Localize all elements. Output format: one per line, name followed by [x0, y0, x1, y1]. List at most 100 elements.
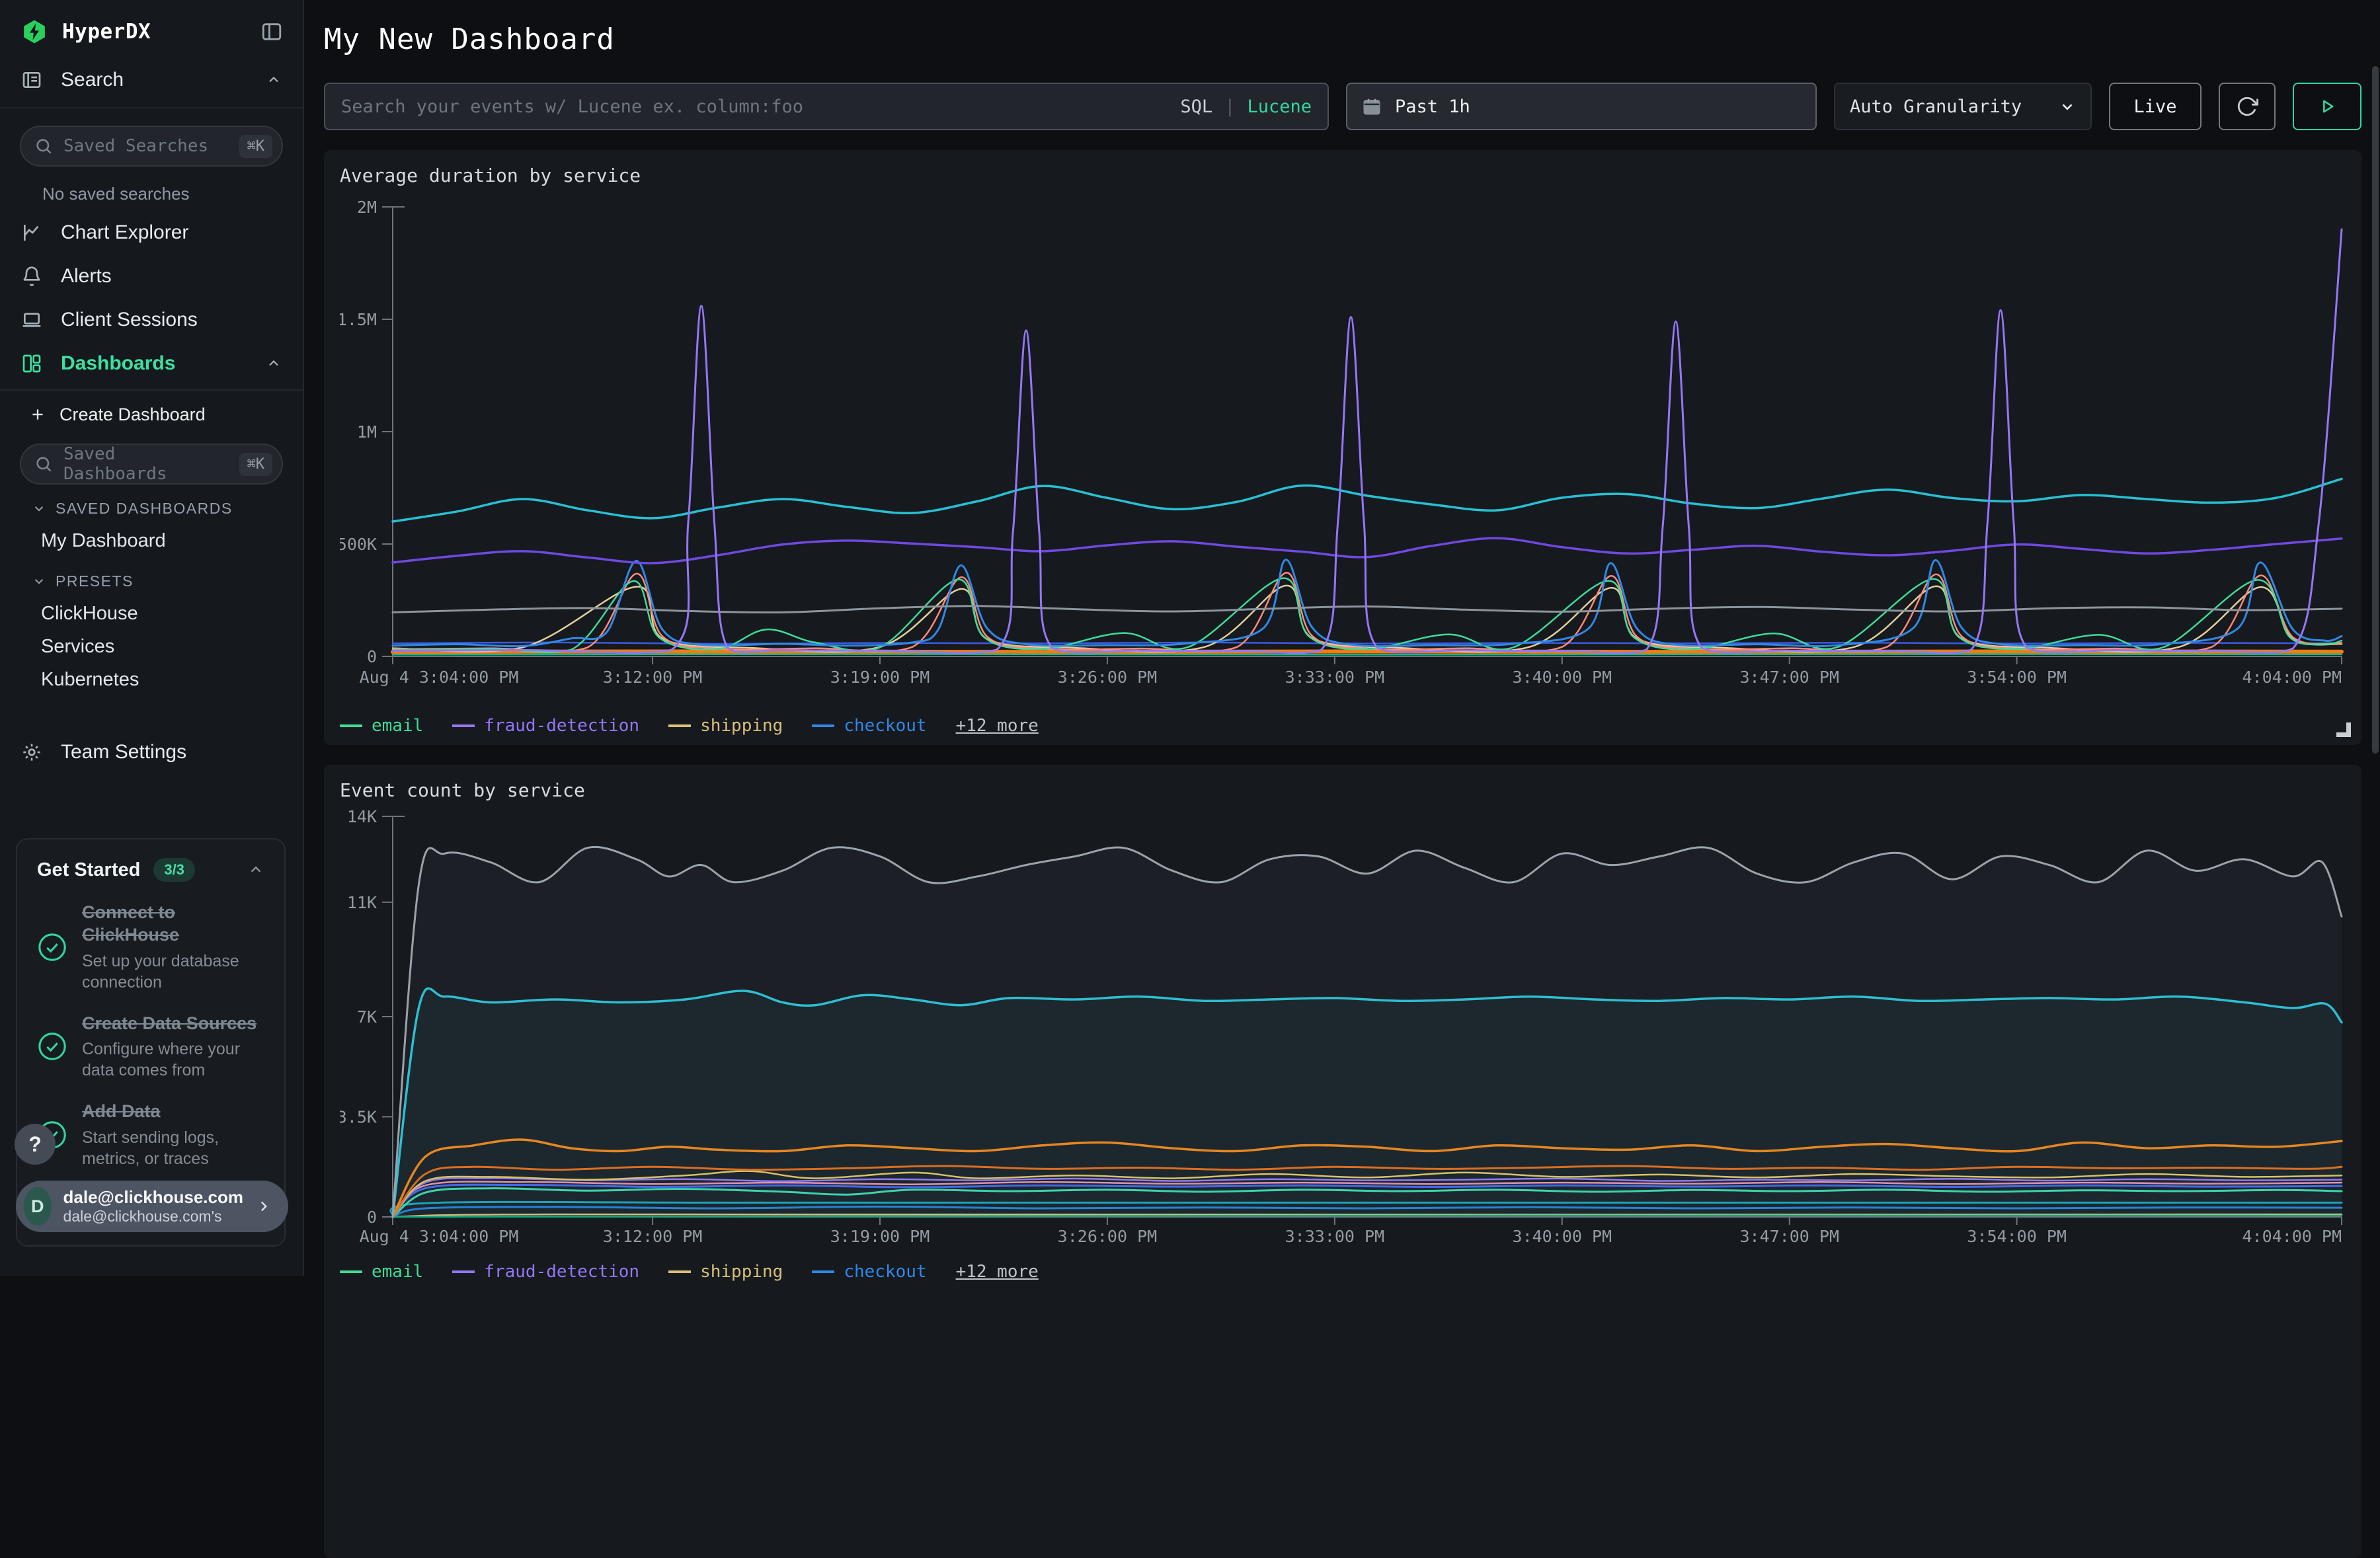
sidebar-item-client-sessions[interactable]: Client Sessions: [0, 298, 303, 342]
play-icon: [2318, 97, 2336, 116]
sidebar-item-label: Alerts: [61, 265, 112, 288]
mode-divider: |: [1224, 97, 1235, 117]
svg-text:3:33:00 PM: 3:33:00 PM: [1285, 668, 1385, 687]
saved-dashboards-input[interactable]: Saved Dashboards ⌘K: [20, 444, 283, 485]
saved-searches-input[interactable]: Saved Searches ⌘K: [20, 126, 283, 167]
legend-swatch: [340, 1270, 362, 1273]
svg-text:3:33:00 PM: 3:33:00 PM: [1285, 1227, 1385, 1246]
chart-average-duration: 0500K1M1.5M2MAug 4 3:04:00 PM3:12:00 PM3…: [340, 194, 2346, 713]
chart-panel-event-count: Event count by service 03.5K7K11K14KAug …: [324, 765, 2361, 1558]
sidebar-item-team-settings[interactable]: Team Settings: [0, 730, 303, 774]
chevron-down-icon: [32, 574, 46, 588]
legend-item[interactable]: fraud-detection: [452, 716, 639, 736]
sidebar-item-search[interactable]: Search: [0, 57, 303, 103]
chevron-up-icon: [266, 72, 282, 88]
svg-text:Aug 4 3:04:00 PM: Aug 4 3:04:00 PM: [360, 1227, 519, 1246]
legend-swatch: [812, 1270, 834, 1273]
legend-item[interactable]: checkout: [812, 1262, 926, 1282]
refresh-button[interactable]: [2219, 83, 2276, 130]
sidebar-item-label: Client Sessions: [61, 309, 198, 331]
granularity-select[interactable]: Auto Granularity: [1834, 83, 2092, 130]
user-menu[interactable]: D dale@clickhouse.com dale@clickhouse.co…: [16, 1181, 288, 1232]
legend-item[interactable]: shipping: [668, 716, 783, 736]
user-email: dale@clickhouse.com: [63, 1187, 243, 1208]
get-started-item[interactable]: Connect to ClickHouse Set up your databa…: [37, 902, 264, 993]
create-dashboard-button[interactable]: Create Dashboard: [0, 395, 303, 434]
sidebar-item-clickhouse[interactable]: ClickHouse: [0, 597, 303, 630]
get-started-item-desc: Set up your database connection: [82, 951, 264, 993]
svg-text:4:04:00 PM: 4:04:00 PM: [2242, 668, 2342, 687]
legend-item[interactable]: checkout: [812, 716, 926, 736]
legend-item[interactable]: fraud-detection: [452, 1262, 639, 1282]
legend-label: email: [372, 1262, 423, 1282]
get-started-item[interactable]: Create Data Sources Configure where your…: [37, 1013, 264, 1081]
sidebar-item-services[interactable]: Services: [0, 630, 303, 663]
chevron-up-icon: [266, 356, 282, 371]
svg-text:Aug 4 3:04:00 PM: Aug 4 3:04:00 PM: [360, 668, 519, 687]
divider: [0, 389, 303, 391]
events-search-input[interactable]: Search your events w/ Lucene ex. column:…: [324, 83, 1329, 130]
legend-item[interactable]: shipping: [668, 1262, 783, 1282]
svg-text:3:12:00 PM: 3:12:00 PM: [603, 668, 703, 687]
chevron-down-icon: [2059, 98, 2076, 115]
saved-searches-placeholder: Saved Searches: [63, 136, 208, 156]
legend-label: fraud-detection: [484, 1262, 639, 1282]
lucene-mode-toggle[interactable]: Lucene: [1247, 97, 1312, 117]
time-range-input[interactable]: Past 1h: [1346, 83, 1817, 130]
legend-more[interactable]: +12 more: [956, 1262, 1039, 1282]
chart-explorer-icon: [21, 222, 45, 243]
get-started-item[interactable]: Add Data Start sending logs, metrics, or…: [37, 1101, 264, 1169]
chart-legend: email fraud-detection shipping checkout +12 …: [340, 714, 2346, 738]
saved-dashboards-section-header[interactable]: SAVED DASHBOARDS: [0, 492, 303, 524]
legend-label: shipping: [700, 716, 783, 736]
events-search-placeholder: Search your events w/ Lucene ex. column:…: [341, 97, 803, 117]
sidebar-item-label: Chart Explorer: [61, 221, 188, 244]
check-circle-icon: [37, 932, 67, 962]
kbd-shortcut: ⌘K: [239, 135, 273, 158]
legend-label: checkout: [844, 1262, 926, 1282]
sidebar-item-kubernetes[interactable]: Kubernetes: [0, 663, 303, 696]
sql-mode-toggle[interactable]: SQL: [1180, 97, 1212, 117]
panel-resize-handle[interactable]: [2336, 722, 2351, 737]
sidebar-item-chart-explorer[interactable]: Chart Explorer: [0, 211, 303, 254]
saved-dashboards-placeholder: Saved Dashboards: [63, 444, 229, 484]
get-started-item-title: Create Data Sources: [82, 1013, 257, 1033]
legend-swatch: [340, 724, 362, 727]
sidebar-item-my-dashboard[interactable]: My Dashboard: [0, 524, 303, 557]
granularity-value: Auto Granularity: [1850, 97, 2022, 117]
svg-text:7K: 7K: [357, 1007, 377, 1027]
get-started-title: Get Started: [37, 859, 140, 881]
live-button[interactable]: Live: [2109, 83, 2202, 130]
collapse-sidebar-icon[interactable]: [260, 20, 283, 43]
chevron-up-icon[interactable]: [247, 861, 264, 878]
legend-item[interactable]: email: [340, 716, 423, 736]
avatar: D: [24, 1187, 52, 1226]
run-query-button[interactable]: [2293, 83, 2361, 130]
user-org: dale@clickhouse.com's: [63, 1208, 243, 1226]
legend-more[interactable]: +12 more: [956, 716, 1039, 736]
sidebar-item-label: Search: [61, 69, 124, 91]
get-started-item-title: Connect to ClickHouse: [82, 902, 179, 945]
sidebar-item-alerts[interactable]: Alerts: [0, 254, 303, 298]
bell-icon: [21, 266, 45, 287]
legend-item[interactable]: email: [340, 1262, 423, 1282]
scrollbar[interactable]: [2372, 66, 2379, 754]
svg-text:3:12:00 PM: 3:12:00 PM: [603, 1227, 703, 1246]
chevron-down-icon: [32, 501, 46, 516]
presets-section-header[interactable]: PRESETS: [0, 565, 303, 597]
legend-label: checkout: [844, 716, 926, 736]
sidebar-item-dashboards[interactable]: Dashboards: [0, 342, 303, 385]
main-content: My New Dashboard Search your events w/ L…: [305, 0, 2380, 1276]
legend-swatch: [812, 724, 834, 727]
help-button[interactable]: ?: [15, 1124, 56, 1165]
chart-event-count: 03.5K7K11K14KAug 4 3:04:00 PM3:12:00 PM3…: [340, 808, 2346, 1259]
section-label: PRESETS: [56, 572, 134, 590]
svg-text:14K: 14K: [347, 808, 377, 826]
laptop-icon: [21, 309, 45, 331]
sidebar-item-label: Team Settings: [61, 741, 186, 763]
preset-label: Kubernetes: [41, 669, 139, 691]
svg-text:11K: 11K: [347, 893, 377, 912]
legend-swatch: [668, 1270, 691, 1273]
get-started-item-title: Add Data: [82, 1101, 161, 1121]
chart-legend: email fraud-detection shipping checkout +12 …: [340, 1260, 2346, 1284]
